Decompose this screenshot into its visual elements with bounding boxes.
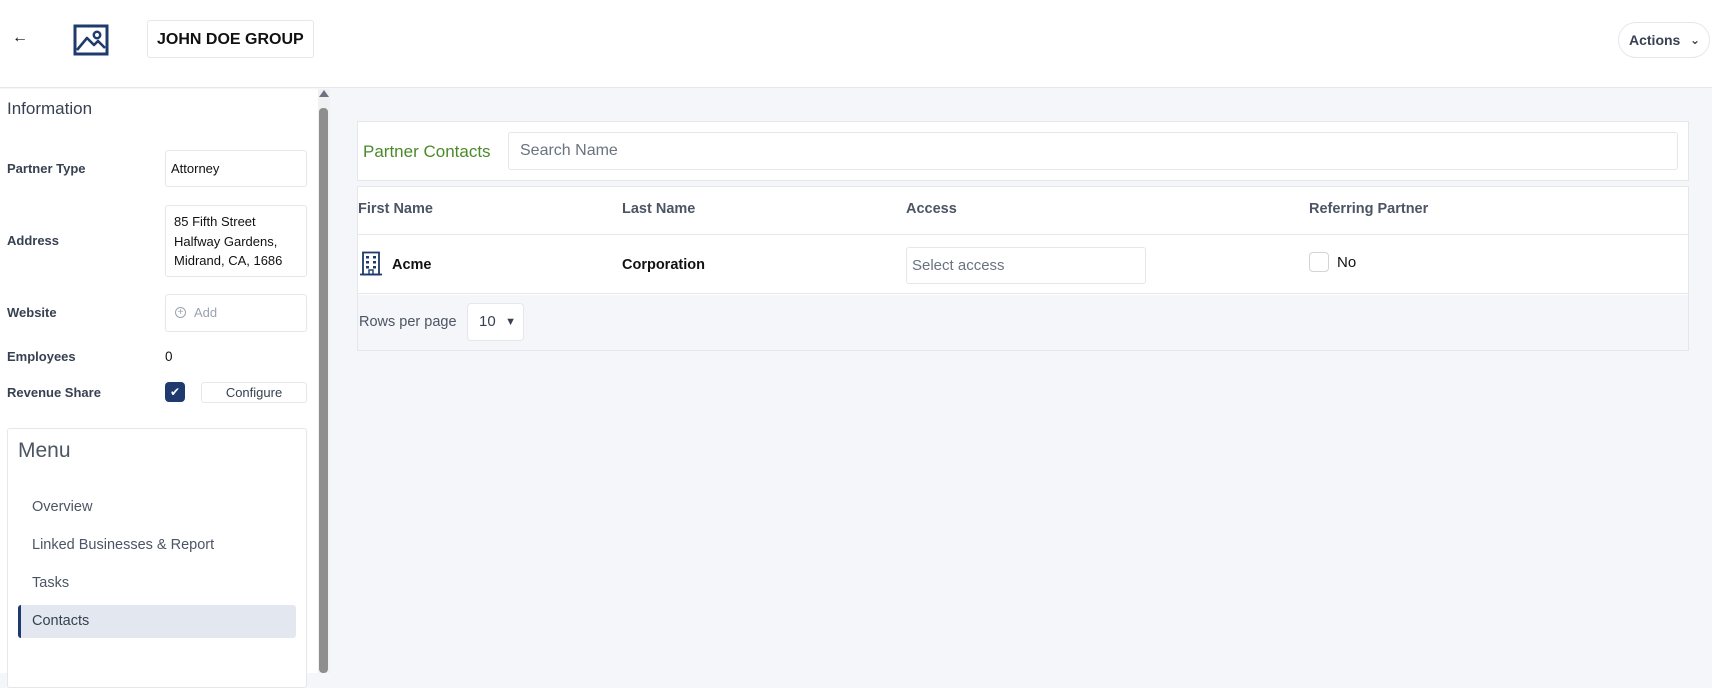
checkmark-icon: ✔	[169, 385, 181, 399]
chevron-down-icon: ▼	[505, 316, 516, 328]
cell-first-name[interactable]: Acme	[392, 257, 432, 273]
rows-per-page-value: 10	[479, 313, 496, 330]
image-placeholder-icon	[73, 24, 109, 56]
employees-value: 0	[165, 349, 173, 364]
menu-item-overview[interactable]: Overview	[18, 491, 296, 524]
cell-last-name[interactable]: Corporation	[622, 257, 705, 273]
column-header-access[interactable]: Access	[906, 201, 957, 217]
column-header-referring-partner[interactable]: Referring Partner	[1309, 201, 1428, 217]
menu-panel: Menu Overview Linked Businesses & Report…	[7, 428, 307, 688]
plus-circle-icon: +	[175, 307, 186, 318]
website-placeholder: Add	[194, 305, 218, 320]
revenue-share-checkbox[interactable]: ✔	[165, 382, 185, 402]
chevron-down-icon: ⌄	[1689, 33, 1700, 47]
top-bar: ← JOHN DOE GROUP Actions ⌄	[0, 0, 1712, 88]
website-field[interactable]: + Add	[165, 294, 307, 332]
information-title: Information	[7, 99, 93, 118]
website-label: Website	[7, 305, 57, 320]
partner-contacts-header: Partner Contacts	[357, 121, 1689, 181]
address-field[interactable]: 85 Fifth Street Halfway Gardens, Midrand…	[165, 205, 307, 277]
column-header-last-name[interactable]: Last Name	[622, 201, 695, 217]
scrollbar-thumb[interactable]	[319, 108, 328, 673]
partner-type-field[interactable]: Attorney	[165, 150, 307, 187]
actions-button[interactable]: Actions ⌄	[1618, 22, 1710, 58]
menu-item-contacts[interactable]: Contacts	[18, 605, 296, 638]
scroll-up-arrow-icon[interactable]	[319, 90, 329, 97]
page-title: JOHN DOE GROUP	[147, 20, 314, 58]
rows-per-page-select[interactable]: 10 ▼	[467, 303, 524, 341]
menu-item-linked-businesses[interactable]: Linked Businesses & Report	[18, 529, 296, 562]
arrow-left-icon[interactable]: ←	[12, 30, 28, 46]
referring-partner-label: No	[1337, 254, 1357, 271]
access-select[interactable]: Select access	[906, 247, 1146, 284]
contacts-table: First Name Last Name Access Referring Pa…	[357, 186, 1689, 351]
information-sidebar: Information Partner Type Attorney Addres…	[0, 89, 318, 688]
revenue-share-label: Revenue Share	[7, 385, 101, 400]
referring-partner-checkbox[interactable]	[1309, 252, 1329, 272]
address-label: Address	[7, 233, 60, 248]
table-pagination: Rows per page 10 ▼	[358, 295, 1688, 350]
partner-type-label: Partner Type	[7, 161, 86, 176]
employees-label: Employees	[7, 349, 76, 364]
partner-contacts-title: Partner Contacts	[363, 142, 491, 161]
actions-label: Actions	[1629, 32, 1681, 48]
sidebar-scrollbar[interactable]	[318, 89, 330, 673]
search-input[interactable]	[508, 132, 1678, 170]
column-header-first-name[interactable]: First Name	[358, 201, 433, 217]
building-icon	[360, 251, 382, 276]
menu-title: Menu	[18, 439, 71, 462]
menu-item-tasks[interactable]: Tasks	[18, 567, 296, 600]
configure-button[interactable]: Configure	[201, 382, 307, 403]
table-row[interactable]: Acme Corporation Select access No	[358, 234, 1688, 294]
rows-per-page-label: Rows per page	[359, 314, 457, 330]
